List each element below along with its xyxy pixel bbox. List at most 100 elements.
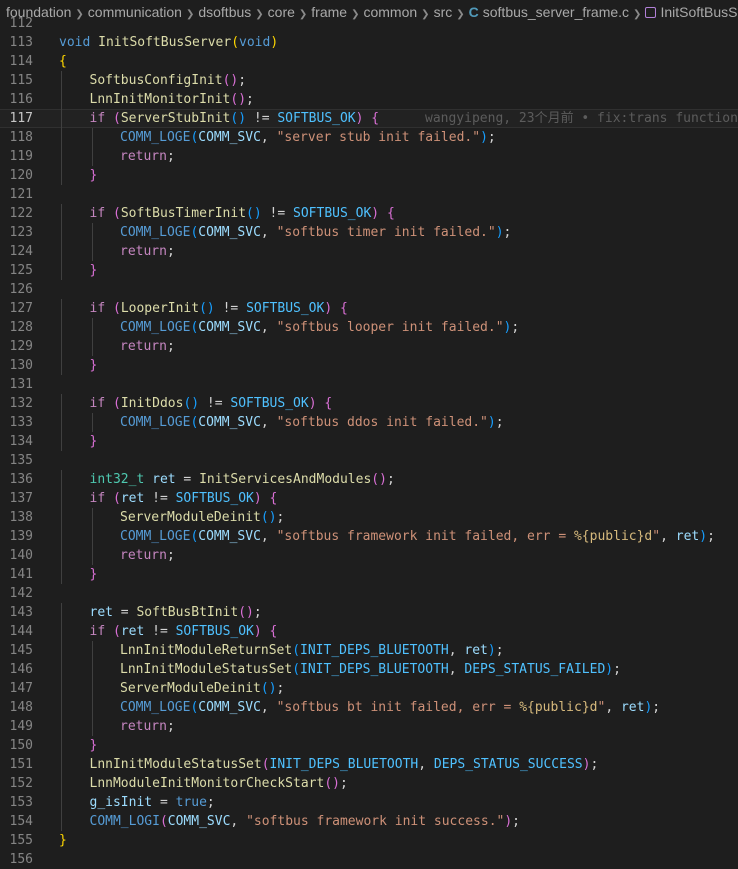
line-number[interactable]: 121	[0, 185, 33, 204]
line-number[interactable]: 155	[0, 831, 33, 850]
code-line[interactable]: 120}	[0, 166, 738, 185]
line-number[interactable]: 112	[0, 14, 33, 33]
line-number[interactable]: 118	[0, 128, 33, 147]
line-number[interactable]: 137	[0, 489, 33, 508]
line-number[interactable]: 143	[0, 603, 33, 622]
line-number[interactable]: 128	[0, 318, 33, 337]
line-number[interactable]: 142	[0, 584, 33, 603]
line-number[interactable]: 147	[0, 679, 33, 698]
code-line[interactable]: 149 return;	[0, 717, 738, 736]
line-number[interactable]: 152	[0, 774, 33, 793]
line-number[interactable]: 119	[0, 147, 33, 166]
line-number[interactable]: 131	[0, 375, 33, 394]
code-line[interactable]: 114 {	[0, 52, 738, 71]
line-number[interactable]: 146	[0, 660, 33, 679]
line-number[interactable]: 153	[0, 793, 33, 812]
code-line[interactable]: 130}	[0, 356, 738, 375]
code-line[interactable]: 119 return;	[0, 147, 738, 166]
code-line[interactable]: 154 COMM_LOGI(COMM_SVC, "softbus framewor…	[0, 812, 738, 831]
code-line[interactable]: 150}	[0, 736, 738, 755]
line-number[interactable]: 127	[0, 299, 33, 318]
line-number[interactable]: 138	[0, 508, 33, 527]
line-number[interactable]: 120	[0, 166, 33, 185]
code-line[interactable]: 135	[0, 451, 738, 470]
code-line[interactable]: 143 ret = SoftBusBtInit();	[0, 603, 738, 622]
line-number[interactable]: 115	[0, 71, 33, 90]
code-token: COMM_LOGE	[120, 320, 191, 335]
line-number[interactable]: 149	[0, 717, 33, 736]
code-line[interactable]: 115 SoftbusConfigInit();	[0, 71, 738, 90]
line-number[interactable]: 150	[0, 736, 33, 755]
line-number[interactable]: 134	[0, 432, 33, 451]
code-line[interactable]: 132 if (InitDdos() != SOFTBUS_OK) {	[0, 394, 738, 413]
code-line[interactable]: 152 LnnModuleInitMonitorCheckStart();	[0, 774, 738, 793]
code-line[interactable]: 148 COMM_LOGE(COMM_SVC, "softbus bt init …	[0, 698, 738, 717]
code-token: LnnInitModuleReturnSet	[120, 643, 293, 658]
line-number[interactable]: 122	[0, 204, 33, 223]
code-token: ;	[495, 643, 504, 658]
code-line[interactable]: 141}	[0, 565, 738, 584]
line-number[interactable]: 123	[0, 223, 33, 242]
code-line[interactable]: 133 COMM_LOGE(COMM_SVC, "softbus ddos ini…	[0, 413, 738, 432]
code-line[interactable]: 140 return;	[0, 546, 738, 565]
code-line[interactable]: 131	[0, 375, 738, 394]
code-line[interactable]: 155}	[0, 831, 738, 850]
code-line[interactable]: 151 LnnInitModuleStatusSet(INIT_DEPS_BLUE…	[0, 755, 738, 774]
line-number[interactable]: 129	[0, 337, 33, 356]
indent-guide	[61, 622, 62, 641]
line-number[interactable]: 141	[0, 565, 33, 584]
line-number[interactable]: 140	[0, 546, 33, 565]
line-number[interactable]: 117	[0, 109, 33, 128]
line-number[interactable]: 145	[0, 641, 33, 660]
code-line[interactable]: 128 COMM_LOGE(COMM_SVC, "softbus looper i…	[0, 318, 738, 337]
code-line[interactable]: 122 if (SoftBusTimerInit() != SOFTBUS_OK)…	[0, 204, 738, 223]
code-line[interactable]: 116 LnnInitMonitorInit();	[0, 90, 738, 109]
code-line[interactable]: 137 if (ret != SOFTBUS_OK) {	[0, 489, 738, 508]
indent-guide	[61, 318, 62, 337]
code-line[interactable]: 153 g_isInit = true;	[0, 793, 738, 812]
code-line[interactable]: 121	[0, 185, 738, 204]
code-line[interactable]: 126	[0, 280, 738, 299]
line-number[interactable]: 116	[0, 90, 33, 109]
code-line[interactable]: 112	[0, 14, 738, 33]
line-number[interactable]: 133	[0, 413, 33, 432]
code-line[interactable]: 118 COMM_LOGE(COMM_SVC, "server stub init…	[0, 128, 738, 147]
code-line[interactable]: 144 if (ret != SOFTBUS_OK) {	[0, 622, 738, 641]
code-line[interactable]: 146 LnnInitModuleStatusSet(INIT_DEPS_BLUE…	[0, 660, 738, 679]
code-line[interactable]: 117 if (ServerStubInit() != SOFTBUS_OK) {…	[0, 109, 738, 128]
code-line[interactable]: 138 ServerModuleDeinit();	[0, 508, 738, 527]
code-line[interactable]: 123 COMM_LOGE(COMM_SVC, "softbus timer in…	[0, 223, 738, 242]
line-number[interactable]: 139	[0, 527, 33, 546]
line-number[interactable]: 125	[0, 261, 33, 280]
code-line[interactable]: 136 int32_t ret = InitServicesAndModules(…	[0, 470, 738, 489]
indent-guide	[91, 337, 93, 356]
code-line[interactable]: 127 if (LooperInit() != SOFTBUS_OK) {	[0, 299, 738, 318]
line-number[interactable]: 113	[0, 33, 33, 52]
line-number[interactable]: 156	[0, 850, 33, 869]
code-line[interactable]: 125}	[0, 261, 738, 280]
code-line[interactable]: 142	[0, 584, 738, 603]
code-line[interactable]: 134}	[0, 432, 738, 451]
code-token: ;	[166, 244, 175, 259]
code-line[interactable]: 129 return;	[0, 337, 738, 356]
code-line[interactable]: 124 return;	[0, 242, 738, 261]
code-text: COMM_LOGE(COMM_SVC, "softbus timer init …	[120, 223, 511, 242]
code-line[interactable]: 156	[0, 850, 738, 869]
code-line[interactable]: 139 COMM_LOGE(COMM_SVC, "softbus framewor…	[0, 527, 738, 546]
line-number[interactable]: 132	[0, 394, 33, 413]
line-number[interactable]: 154	[0, 812, 33, 831]
line-number[interactable]: 126	[0, 280, 33, 299]
code-line[interactable]: 113 void InitSoftBusServer(void)	[0, 33, 738, 52]
code-editor[interactable]: 112 113 void InitSoftBusServer(void) 114{11…	[0, 14, 738, 869]
line-number[interactable]: 148	[0, 698, 33, 717]
indent-guide	[61, 413, 62, 432]
line-number[interactable]: 130	[0, 356, 33, 375]
line-number[interactable]: 136	[0, 470, 33, 489]
line-number[interactable]: 144	[0, 622, 33, 641]
line-number[interactable]: 114	[0, 52, 33, 71]
line-number[interactable]: 151	[0, 755, 33, 774]
code-line[interactable]: 147 ServerModuleDeinit();	[0, 679, 738, 698]
line-number[interactable]: 135	[0, 451, 33, 470]
code-line[interactable]: 145 LnnInitModuleReturnSet(INIT_DEPS_BLUE…	[0, 641, 738, 660]
line-number[interactable]: 124	[0, 242, 33, 261]
